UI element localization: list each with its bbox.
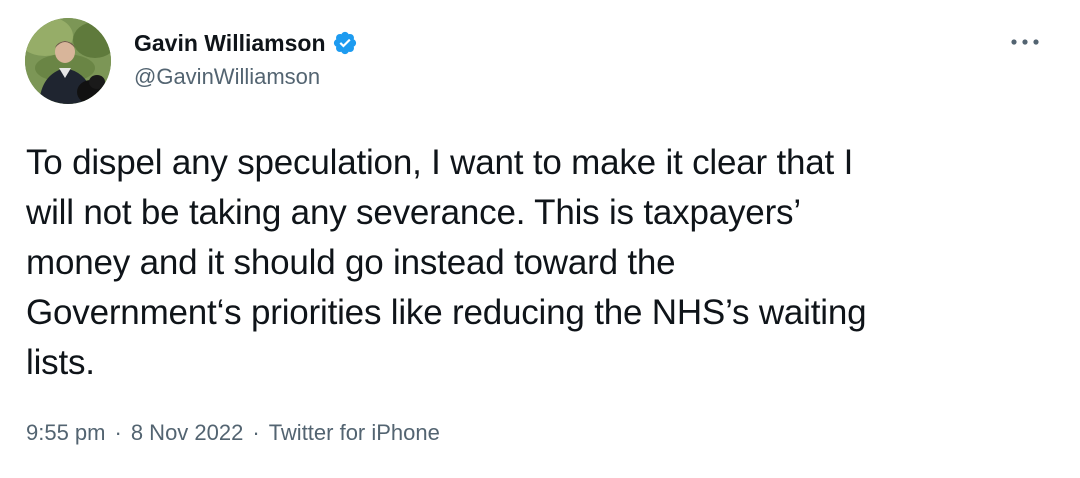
name-row: Gavin Williamson (134, 28, 358, 58)
verified-badge-icon (332, 30, 358, 56)
tweet-card: Gavin Williamson @GavinWilliamson To dis… (0, 0, 1080, 478)
avatar[interactable] (25, 18, 111, 104)
meta-separator: · (114, 420, 122, 445)
more-options-button[interactable] (1008, 28, 1042, 56)
tweet-date[interactable]: 8 Nov 2022 (131, 420, 244, 446)
user-handle[interactable]: @GavinWilliamson (134, 64, 358, 90)
tweet-time[interactable]: 9:55 pm (26, 420, 106, 446)
tweet-text: To dispel any speculation, I want to mak… (26, 143, 867, 382)
avatar-photo (25, 18, 111, 104)
more-options-icon (1011, 39, 1039, 45)
author-block: Gavin Williamson @GavinWilliamson (134, 28, 358, 90)
display-name[interactable]: Gavin Williamson (134, 30, 326, 57)
tweet-source[interactable]: Twitter for iPhone (269, 420, 440, 446)
meta-separator: · (252, 420, 260, 445)
tweet-meta: 9:55 pm · 8 Nov 2022 · Twitter for iPhon… (26, 420, 440, 446)
